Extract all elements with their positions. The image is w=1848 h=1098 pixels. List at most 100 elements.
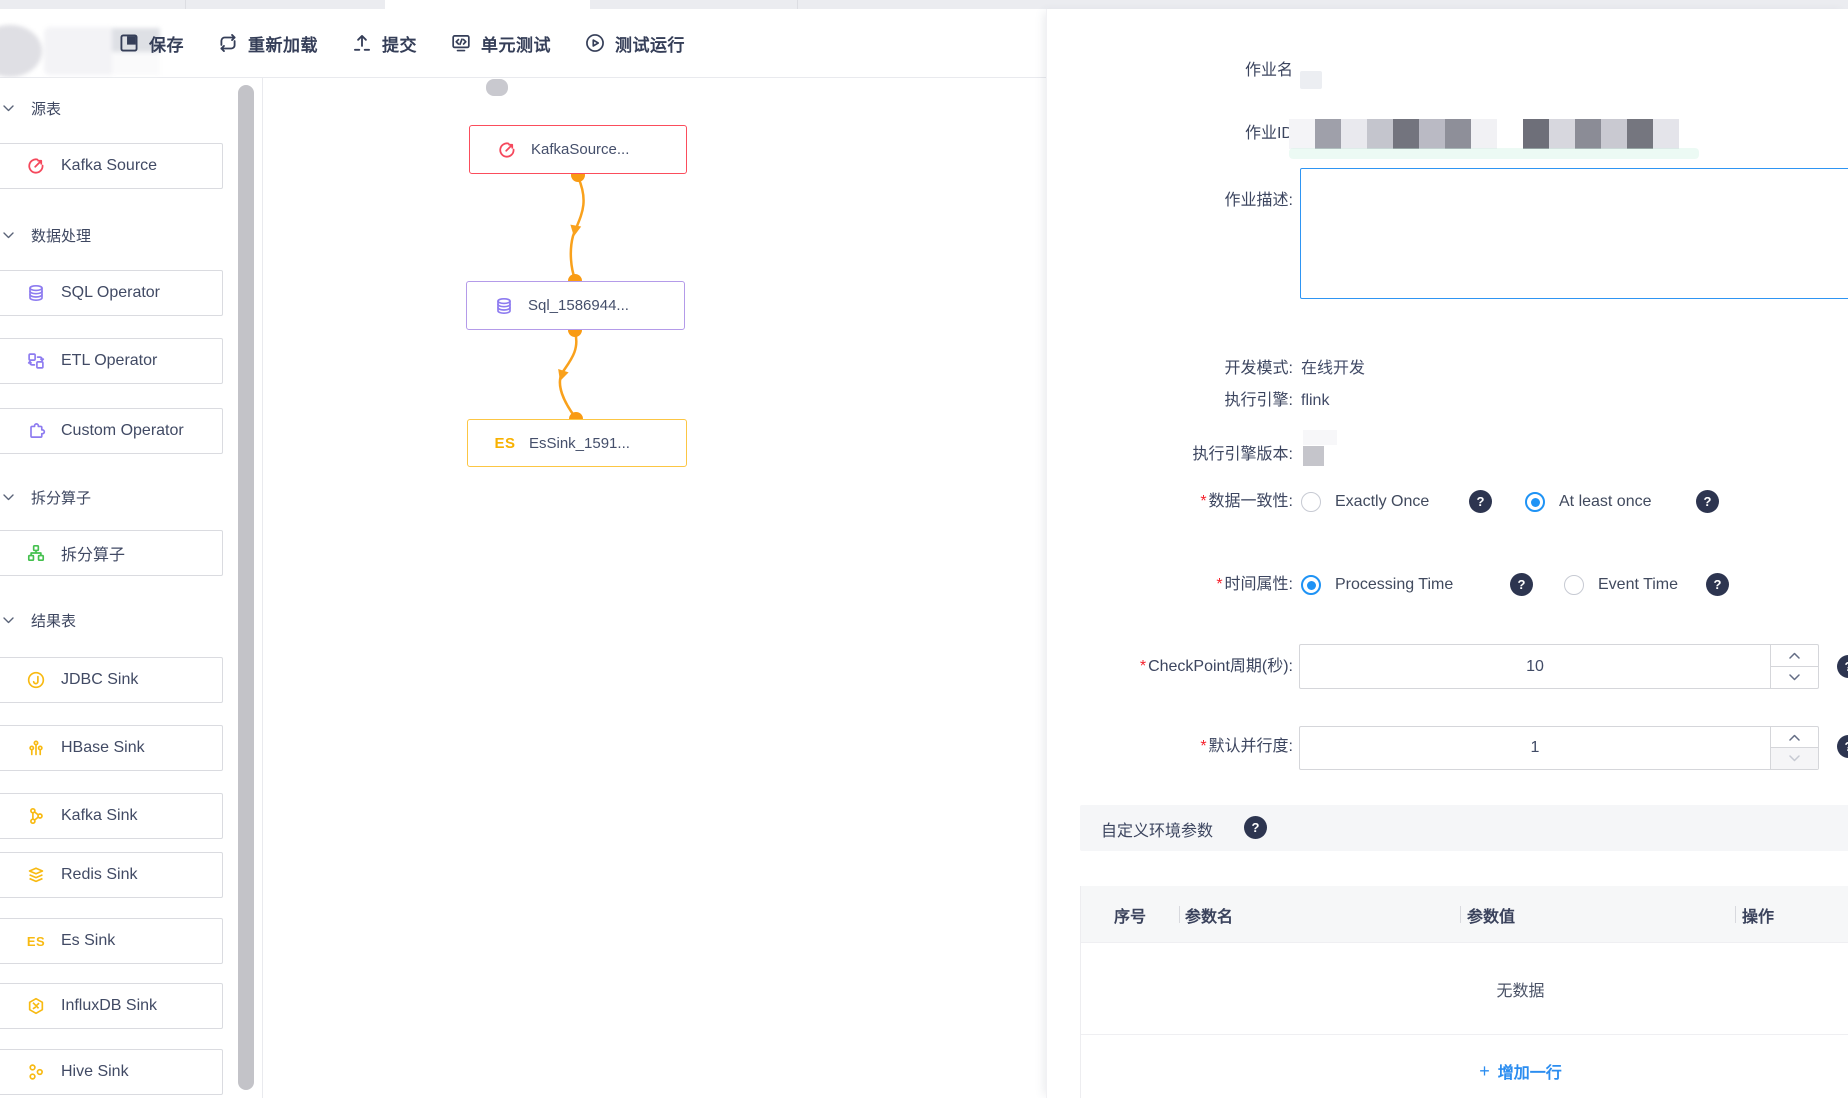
section-header-1[interactable]: 数据处理	[3, 221, 91, 249]
section-header-3[interactable]: 结果表	[3, 606, 76, 634]
spinner-up-icon[interactable]	[1771, 645, 1818, 667]
table-footer-row: + 增加一行	[1081, 1035, 1848, 1098]
radio-at-least-once[interactable]	[1525, 492, 1545, 512]
time-attr-label: * 时间属性:	[1216, 576, 1293, 593]
radio-processing-time[interactable]	[1301, 575, 1321, 595]
sidebar-item-influxdb-sink[interactable]: InfluxDB Sink	[0, 983, 223, 1029]
toolbar-button-label: 保存	[149, 35, 184, 55]
save-icon	[118, 32, 140, 54]
help-icon[interactable]: ?	[1837, 655, 1848, 678]
radio-event-time-label: Event Time	[1598, 576, 1679, 593]
hbase-sink-icon	[26, 738, 46, 758]
chevron-down-icon	[3, 616, 14, 624]
sql-operator-icon	[26, 283, 46, 303]
engine-version-label: 执行引擎版本:	[1192, 446, 1293, 463]
kafka-source-icon	[26, 156, 46, 176]
sidebar-item-es-sink[interactable]: ES Es Sink	[0, 918, 223, 964]
spinner-down-icon[interactable]	[1771, 667, 1818, 689]
column-header: 参数值	[1467, 909, 1516, 926]
help-icon[interactable]: ?	[1510, 573, 1533, 596]
unit-test-button[interactable]: 单元测试	[450, 31, 551, 56]
sidebar-item-label: 拆分算子	[61, 547, 126, 564]
submit-icon	[351, 32, 373, 54]
help-icon[interactable]: ?	[1244, 816, 1267, 839]
sidebar-item-label: JDBC Sink	[61, 671, 139, 688]
canvas-scroll-pill[interactable]	[486, 79, 508, 96]
column-divider	[1179, 906, 1180, 923]
engine-label: 执行引擎:	[1224, 392, 1293, 409]
job-id-highlight	[1289, 148, 1699, 159]
add-row-button[interactable]: + 增加一行	[1479, 1059, 1562, 1083]
radio-exactly-once[interactable]	[1301, 492, 1321, 512]
job-name-redacted	[1300, 71, 1322, 89]
sidebar-item-jdbc-sink[interactable]: JDBC Sink	[0, 657, 223, 703]
plus-icon: +	[1479, 1060, 1490, 1081]
sidebar-item-label: Redis Sink	[61, 866, 138, 883]
parallelism-label: * 默认并行度:	[1200, 738, 1293, 755]
job-id-redacted	[1289, 119, 1679, 149]
checkpoint-value: 10	[1526, 657, 1544, 675]
job-name-label: 作业名	[1244, 62, 1293, 79]
job-id-label: 作业ID	[1244, 125, 1293, 142]
sidebar-item-custom-operator[interactable]: Custom Operator	[0, 408, 223, 454]
sidebar-scrollbar-thumb[interactable]	[238, 85, 254, 1090]
sidebar-item-etl-operator[interactable]: ETL Operator	[0, 338, 223, 384]
env-params-section-header: 自定义环境参数 ?	[1080, 805, 1848, 851]
reload-icon	[217, 32, 239, 54]
sidebar-item-redis-sink[interactable]: Redis Sink	[0, 852, 223, 898]
sidebar-item-hive-sink[interactable]: Hive Sink	[0, 1049, 223, 1095]
etl-operator-icon	[26, 351, 46, 371]
sidebar-item-拆分算子[interactable]: 拆分算子	[0, 530, 223, 576]
sidebar-item-label: Kafka Source	[61, 157, 158, 174]
active-tab[interactable]	[385, 0, 590, 9]
help-icon[interactable]: ?	[1469, 490, 1492, 513]
tab-divider	[185, 0, 186, 9]
column-header: 参数名	[1185, 909, 1234, 926]
checkpoint-input[interactable]: 10	[1299, 644, 1819, 689]
section-title: 数据处理	[31, 227, 92, 245]
split-operator-icon	[26, 543, 46, 563]
toolbar-button-label: 提交	[382, 35, 417, 55]
radio-event-time[interactable]	[1564, 575, 1584, 595]
top-tab-strip	[0, 0, 1848, 9]
sidebar-item-kafka-source[interactable]: Kafka Source	[0, 143, 223, 189]
toolbar-buttons: 保存 重新加载 提交 单元测试 测试运行	[118, 9, 685, 77]
reload-button[interactable]: 重新加载	[217, 31, 318, 56]
edge-arrow-icon	[558, 369, 569, 382]
node-kafka-source[interactable]: KafkaSource...	[469, 125, 687, 174]
help-icon[interactable]: ?	[1706, 573, 1729, 596]
toolbar-button-label: 单元测试	[481, 35, 551, 55]
number-spinner	[1770, 645, 1818, 688]
dag-canvas[interactable]: KafkaSource... Sql_1586944... ES EsSink_…	[263, 78, 1046, 1098]
help-icon[interactable]: ?	[1696, 490, 1719, 513]
engine-version-redacted	[1303, 446, 1324, 466]
unit-test-icon	[450, 32, 472, 54]
operator-palette-sidebar: 源表 Kafka Source 数据处理 SQL Operator ETL Operat…	[0, 78, 263, 1098]
section-header-2[interactable]: 拆分算子	[3, 483, 91, 511]
redis-sink-icon	[26, 865, 46, 885]
job-desc-textarea[interactable]	[1300, 168, 1848, 299]
column-header: 序号	[1114, 909, 1147, 926]
node-label: KafkaSource...	[531, 141, 630, 158]
spinner-up-icon[interactable]	[1771, 727, 1818, 748]
node-sql-operator[interactable]: Sql_1586944...	[466, 281, 685, 330]
section-header-0[interactable]: 源表	[3, 94, 61, 122]
sidebar-item-sql-operator[interactable]: SQL Operator	[0, 270, 223, 316]
consistency-label: * 数据一致性:	[1200, 493, 1293, 510]
parallelism-input[interactable]: 1	[1299, 726, 1819, 770]
sidebar-item-label: Kafka Sink	[61, 807, 138, 824]
sidebar-item-kafka-sink[interactable]: Kafka Sink	[0, 793, 223, 839]
node-es-sink[interactable]: ES EsSink_1591...	[467, 419, 687, 467]
test-run-button[interactable]: 测试运行	[584, 31, 685, 56]
save-button[interactable]: 保存	[118, 31, 184, 56]
node-label: Sql_1586944...	[528, 297, 629, 314]
section-title: 结果表	[31, 612, 77, 630]
toolbar-button-label: 测试运行	[615, 35, 685, 55]
sidebar-item-hbase-sink[interactable]: HBase Sink	[0, 725, 223, 771]
submit-button[interactable]: 提交	[351, 31, 417, 56]
help-icon[interactable]: ?	[1837, 735, 1848, 758]
table-header-row: 序号 参数名 参数值 操作	[1081, 886, 1848, 943]
es-sink-icon: ES	[26, 933, 46, 949]
sql-operator-icon	[494, 296, 514, 316]
section-title: 拆分算子	[31, 489, 92, 507]
